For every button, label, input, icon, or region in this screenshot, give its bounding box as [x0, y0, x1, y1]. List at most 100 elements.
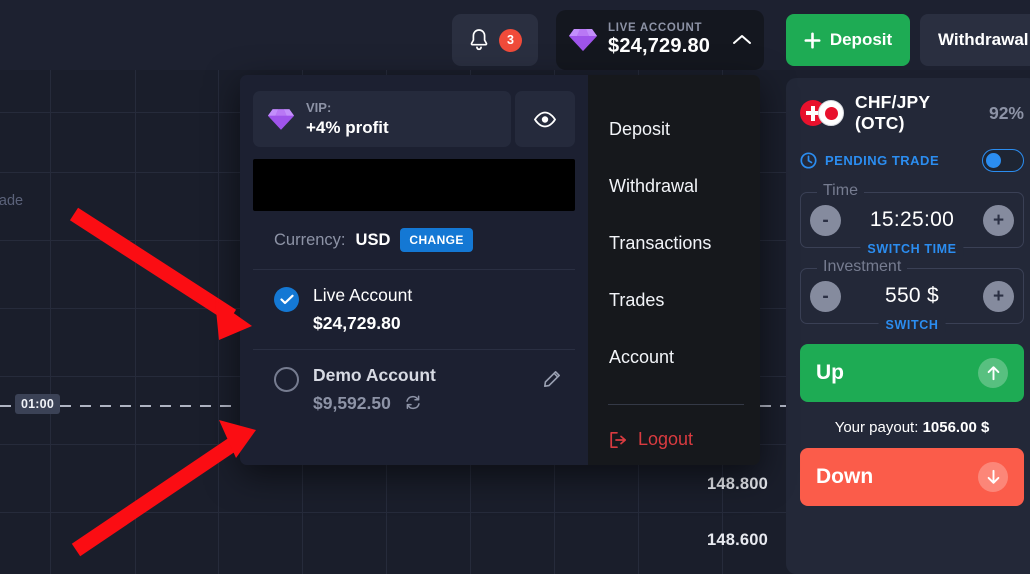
change-currency-label: CHANGE: [409, 233, 464, 247]
price-axis-label-low: 148.600: [706, 531, 768, 549]
vip-value: +4% profit: [306, 117, 389, 137]
account-list: Live Account $24,729.80 Demo Account $9,…: [253, 269, 575, 430]
payout-label: Your payout:: [834, 419, 919, 436]
demo-account-row[interactable]: Demo Account $9,592.50: [253, 350, 575, 430]
currency-label: Currency:: [274, 230, 346, 249]
top-header-bar: 3 LIVE ACCOUNT $24,729.80 Deposit Withdr…: [0, 0, 1030, 70]
edit-demo-account-button[interactable]: [543, 370, 561, 393]
live-account-balance: $24,729.80: [313, 313, 401, 333]
chart-note: nd f trade: [0, 170, 23, 212]
logout-icon: [610, 431, 627, 448]
time-decrease-button[interactable]: -: [810, 204, 841, 236]
trade-down-button[interactable]: Down: [800, 448, 1024, 506]
time-value: 15:25:00: [869, 208, 955, 231]
asset-pair-name: CHF/JPY (OTC): [855, 92, 930, 133]
time-minus-label: -: [822, 209, 829, 231]
vip-text-block: VIP: +4% profit: [306, 100, 389, 138]
menu-item-withdrawal[interactable]: Withdrawal: [606, 176, 760, 197]
time-increase-button[interactable]: +: [983, 204, 1014, 236]
account-selector-button[interactable]: LIVE ACCOUNT $24,729.80: [556, 10, 764, 70]
currency-row: Currency: USD CHANGE: [253, 228, 575, 252]
account-type-label: LIVE ACCOUNT: [608, 21, 703, 34]
refresh-icon[interactable]: [405, 394, 421, 415]
account-dropdown-panel: VIP: +4% profit Currency: USD CHANGE Liv…: [240, 75, 760, 465]
trading-platform-screen: nd f trade 01:00 148.800 148.600 3 LIVE: [0, 0, 1030, 574]
menu-item-account[interactable]: Account: [606, 347, 760, 368]
pending-trade-row: PENDING TRADE: [800, 149, 1024, 172]
eye-icon: [533, 111, 557, 127]
payout-value: 1056.00 $: [922, 419, 990, 436]
diamond-icon: [267, 108, 295, 130]
menu-item-transactions[interactable]: Transactions: [606, 233, 760, 254]
investment-field-caption: Investment: [817, 258, 908, 276]
redacted-account-id-bar: [253, 159, 575, 211]
time-plus-label: +: [992, 209, 1005, 231]
time-field-caption: Time: [817, 182, 864, 200]
withdrawal-button[interactable]: Withdrawal: [920, 14, 1030, 66]
investment-field: Investment - 550 $ + SWITCH: [800, 258, 1024, 332]
plus-icon: [804, 31, 821, 48]
logout-label: Logout: [638, 429, 694, 449]
bell-icon: [470, 29, 488, 51]
demo-account-balance-wrap: $9,592.50: [313, 393, 436, 415]
vip-status-card: VIP: +4% profit: [253, 91, 511, 147]
live-account-text: Live Account $24,729.80: [313, 285, 412, 334]
chart-note-line1: nd: [0, 170, 23, 191]
time-field: Time - 15:25:00 + SWITCH TIME: [800, 182, 1024, 256]
demo-account-text: Demo Account $9,592.50: [313, 365, 436, 415]
chevron-up-icon: [733, 35, 751, 44]
arrow-down-icon: [978, 462, 1008, 492]
deposit-button-label: Deposit: [829, 30, 893, 49]
pending-trade-toggle[interactable]: [982, 149, 1024, 172]
investment-minus-label: -: [822, 285, 829, 307]
demo-account-balance: $9,592.50: [313, 393, 391, 413]
toggle-balance-visibility-button[interactable]: [515, 91, 575, 147]
demo-account-name: Demo Account: [313, 365, 436, 385]
chart-gridline-v: [218, 70, 219, 574]
account-dropdown-menu-column: Deposit Withdrawal Transactions Trades A…: [588, 75, 760, 465]
account-text-block: LIVE ACCOUNT $24,729.80: [608, 22, 722, 58]
deposit-button[interactable]: Deposit: [786, 14, 910, 66]
investment-plus-label: +: [992, 285, 1005, 307]
chart-time-label: 01:00: [15, 394, 60, 414]
asset-payout-percent: 92%: [988, 102, 1024, 123]
vip-row: VIP: +4% profit: [253, 91, 575, 147]
account-balance-value: $24,729.80: [608, 35, 711, 58]
change-currency-button[interactable]: CHANGE: [400, 228, 473, 252]
live-account-row[interactable]: Live Account $24,729.80: [253, 270, 575, 350]
vip-label: VIP:: [306, 100, 332, 116]
chart-gridline-v: [50, 70, 51, 574]
trade-up-button[interactable]: Up: [800, 344, 1024, 402]
investment-value: 550 $: [884, 284, 940, 307]
check-circle-icon: [274, 287, 299, 312]
menu-item-deposit[interactable]: Deposit: [606, 119, 760, 140]
investment-decrease-button[interactable]: -: [810, 280, 841, 312]
diamond-icon: [569, 29, 597, 51]
investment-increase-button[interactable]: +: [983, 280, 1014, 312]
chart-gridline-v: [135, 70, 136, 574]
arrow-up-icon: [978, 358, 1008, 388]
price-axis-label-high: 148.800: [706, 475, 768, 493]
clock-icon: [800, 152, 817, 169]
payout-row: Your payout: 1056.00 $: [800, 419, 1024, 436]
trade-control-panel: CHF/JPY (OTC) 92% PENDING TRADE Time - 1…: [786, 78, 1030, 574]
chart-gridline-h: [0, 512, 790, 513]
chart-note-line2: f trade: [0, 193, 24, 209]
pencil-icon: [544, 371, 560, 387]
trade-down-label: Down: [816, 465, 874, 488]
switch-investment-link[interactable]: SWITCH: [878, 318, 946, 332]
trade-up-label: Up: [816, 361, 844, 384]
japan-flag-icon: [818, 100, 844, 126]
asset-pair-row[interactable]: CHF/JPY (OTC) 92%: [800, 92, 1024, 134]
currency-value: USD: [355, 230, 391, 249]
switch-time-link[interactable]: SWITCH TIME: [860, 242, 964, 256]
notification-badge: 3: [499, 28, 522, 52]
notifications-button[interactable]: 3: [452, 14, 538, 66]
account-dropdown-left-column: VIP: +4% profit Currency: USD CHANGE Liv…: [240, 75, 588, 465]
logout-button[interactable]: Logout: [606, 429, 760, 450]
pair-flags: [800, 100, 846, 126]
radio-empty-icon: [274, 367, 299, 392]
menu-item-trades[interactable]: Trades: [606, 290, 760, 311]
pending-trade-label: PENDING TRADE: [825, 153, 940, 168]
menu-divider: [608, 404, 744, 405]
